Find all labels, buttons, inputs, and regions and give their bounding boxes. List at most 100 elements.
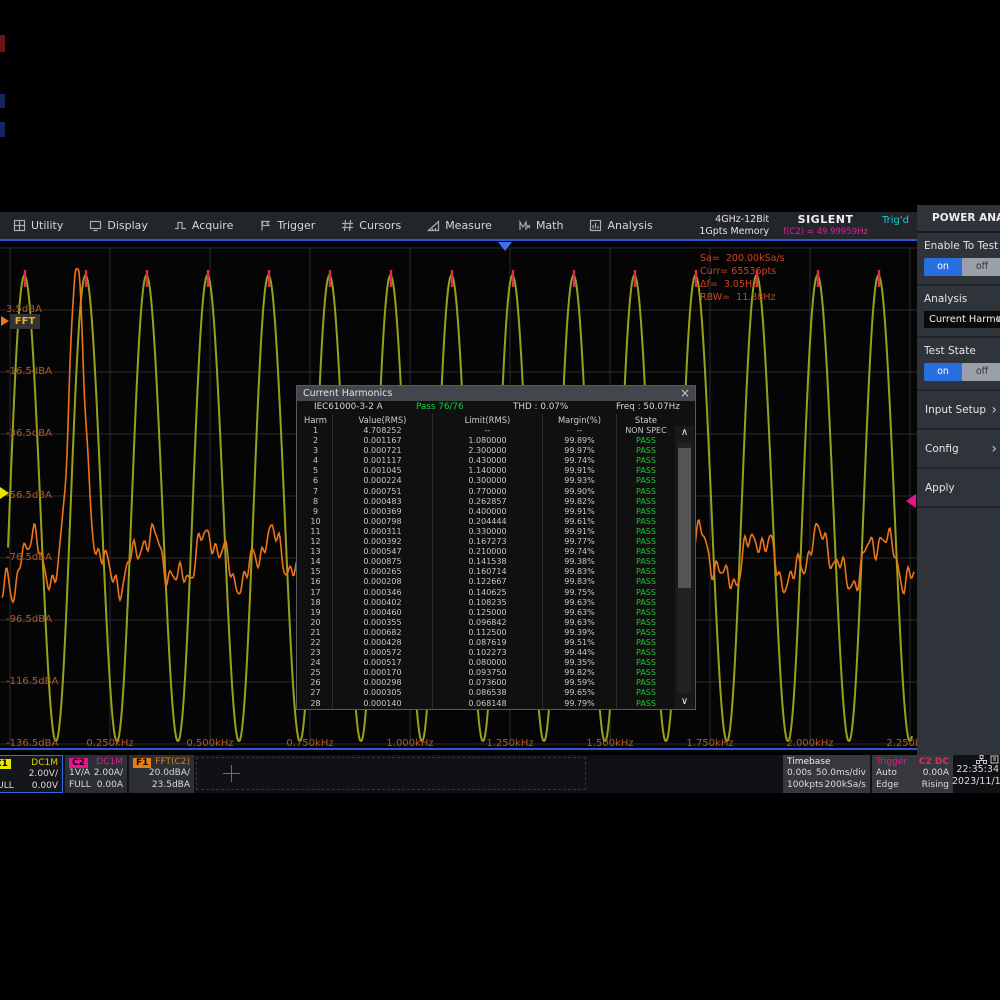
- frequency-counter: f(C2) = 49.99959Hz: [783, 226, 868, 238]
- table-row: 14.708252----NON SPEC: [299, 426, 675, 436]
- menu-item-measure[interactable]: Measure: [414, 212, 505, 239]
- screen-edge-artifact: [0, 35, 5, 52]
- table-row: 260.0002980.07360099.59%PASS: [299, 678, 675, 688]
- table-row: 180.0004020.10823599.63%PASS: [299, 598, 675, 608]
- table-row: 190.0004600.12500099.63%PASS: [299, 608, 675, 618]
- display-icon: [89, 219, 102, 232]
- utility-icon: [13, 219, 26, 232]
- test-state-label: Test State: [924, 345, 1000, 357]
- enable-to-test-label: Enable To Test: [924, 240, 1000, 252]
- trigger-status-badge: Trig'd: [882, 214, 909, 226]
- hardware-info: 4GHz-12Bit 1Gpts Memory: [699, 214, 769, 238]
- analysis-section: Analysis Current Harmonics ∨: [917, 286, 1000, 338]
- column-header: Margin(%): [543, 414, 617, 426]
- table-row: 250.0001700.09375099.82%PASS: [299, 668, 675, 678]
- table-row: 40.0011170.43000099.74%PASS: [299, 456, 675, 466]
- enable-to-test-toggle[interactable]: on off: [924, 258, 1000, 276]
- status-cluster: 4GHz-12Bit 1Gpts Memory SIGLENT f(C2) = …: [699, 214, 917, 238]
- table-row: 20.0011671.08000099.89%PASS: [299, 436, 675, 446]
- chevron-down-icon: ∨: [995, 311, 1000, 328]
- harmonics-table: 14.708252----NON SPEC20.0011671.08000099…: [299, 426, 675, 709]
- trigger-level-marker-icon[interactable]: [906, 494, 916, 508]
- menu-bar: Utility Display Acquire Trigger Cursors …: [0, 212, 917, 239]
- trigger-box[interactable]: TriggerC2 DC Auto0.00A EdgeRising: [872, 755, 953, 793]
- screen-edge-artifact: [0, 94, 5, 108]
- math-icon: [518, 219, 531, 232]
- trigger-position-marker-icon[interactable]: [498, 242, 512, 251]
- dialog-title-bar[interactable]: Current Harmonics ×: [297, 386, 695, 401]
- menu-item-trigger[interactable]: Trigger: [246, 212, 328, 239]
- table-row: 160.0002080.12266799.83%PASS: [299, 577, 675, 587]
- pass-count-badge: Pass 76/76: [416, 402, 464, 412]
- test-state-toggle[interactable]: on off: [924, 363, 1000, 381]
- table-row: 150.0002650.16071499.83%PASS: [299, 567, 675, 577]
- c1-level-marker-icon[interactable]: [0, 487, 9, 499]
- table-row: 140.0008750.14153899.38%PASS: [299, 557, 675, 567]
- table-row: 50.0010451.14000099.91%PASS: [299, 466, 675, 476]
- sidebar-item-apply[interactable]: Apply: [917, 469, 1000, 508]
- table-header: HarmValue(RMS)Limit(RMS)Margin(%)State: [299, 414, 675, 426]
- table-row: 240.0005170.08000099.35%PASS: [299, 658, 675, 668]
- scroll-up-icon[interactable]: ∧: [675, 426, 694, 440]
- f1-trace-marker-icon[interactable]: [1, 316, 9, 326]
- menu-item-analysis[interactable]: Analysis: [576, 212, 665, 239]
- column-header: Harm: [299, 414, 333, 426]
- table-row: 200.0003550.09684299.63%PASS: [299, 618, 675, 628]
- standard-label: IEC61000-3-2 A: [314, 402, 383, 412]
- toggle-off[interactable]: off: [962, 258, 1000, 276]
- menu-item-utility[interactable]: Utility: [0, 212, 76, 239]
- math-f1-box[interactable]: F1FFT(C2) 20.0dBA/ 23.5dBA: [129, 755, 194, 793]
- menu-item-math[interactable]: Math: [505, 212, 577, 239]
- channel-c1-box[interactable]: C1DC1M 2.00V/ FULL0.00V: [0, 755, 63, 793]
- panel-title: POWER ANALYS: [932, 212, 1000, 224]
- panel-header[interactable]: POWER ANALYS: [917, 205, 1000, 233]
- cursors-icon: [341, 219, 354, 232]
- chevron-right-icon: ›: [991, 403, 997, 417]
- thd-value: THD : 0.07%: [513, 402, 568, 412]
- scroll-down-icon[interactable]: ∨: [675, 695, 694, 709]
- close-icon[interactable]: ×: [678, 386, 692, 401]
- table-scrollbar[interactable]: ∧ ∨: [675, 426, 694, 709]
- table-row: 30.0007212.30000099.97%PASS: [299, 446, 675, 456]
- menu-item-display[interactable]: Display: [76, 212, 161, 239]
- channel-c2-box[interactable]: C2DC1M 1V/A2.00A/ FULL0.00A: [65, 755, 127, 793]
- menu-item-acquire[interactable]: Acquire: [161, 212, 246, 239]
- lan-icon: [976, 755, 987, 764]
- y-axis-label: -76.5dBA: [6, 552, 52, 563]
- table-row: 170.0003460.14062599.75%PASS: [299, 588, 675, 598]
- column-header: Limit(RMS): [433, 414, 543, 426]
- table-row: 70.0007510.77000099.90%PASS: [299, 487, 675, 497]
- delay-indicator-zone[interactable]: [196, 757, 586, 790]
- table-row: 90.0003690.40000099.91%PASS: [299, 507, 675, 517]
- analysis-dropdown[interactable]: Current Harmonics ∨: [924, 311, 1000, 328]
- brand-logo: SIGLENT: [783, 214, 868, 226]
- table-row: 100.0007980.20444499.61%PASS: [299, 517, 675, 527]
- toggle-on[interactable]: on: [924, 363, 962, 381]
- sidebar-item-input-setup[interactable]: Input Setup ›: [917, 391, 1000, 430]
- table-row: 280.0001400.06814899.79%PASS: [299, 699, 675, 709]
- device-icon: [990, 755, 999, 764]
- test-state-section: Test State on off: [917, 338, 1000, 391]
- table-row: 230.0005720.10227399.44%PASS: [299, 648, 675, 658]
- timebase-box[interactable]: Timebase 0.00s50.0ms/div 100kpts200kSa/s: [783, 755, 870, 793]
- table-row: 110.0003110.33000099.91%PASS: [299, 527, 675, 537]
- c2-chip: C2: [69, 758, 88, 768]
- screen-edge-artifact: [0, 122, 5, 137]
- column-header: State: [617, 414, 675, 426]
- sidebar-item-config[interactable]: Config ›: [917, 430, 1000, 469]
- clock-time: 22:35:34: [952, 764, 999, 776]
- datetime-display: 22:35:34 2023/11/1: [952, 755, 1000, 793]
- toggle-on[interactable]: on: [924, 258, 962, 276]
- dialog-summary-row: IEC61000-3-2 A Pass 76/76 THD : 0.07% Fr…: [297, 401, 695, 414]
- menu-item-cursors[interactable]: Cursors: [328, 212, 414, 239]
- y-axis-label: -56.5dBA: [6, 490, 52, 501]
- scrollbar-thumb[interactable]: [678, 448, 691, 588]
- table-row: 60.0002240.30000099.93%PASS: [299, 476, 675, 486]
- fft-trace-label[interactable]: FFT: [10, 314, 40, 329]
- table-row: 220.0004280.08761999.51%PASS: [299, 638, 675, 648]
- power-analysis-panel: POWER ANALYS Enable To Test on off Analy…: [917, 205, 1000, 793]
- enable-to-test-section: Enable To Test on off: [917, 233, 1000, 286]
- f1-chip: F1: [133, 758, 151, 768]
- acquire-icon: [174, 219, 187, 232]
- toggle-off[interactable]: off: [962, 363, 1000, 381]
